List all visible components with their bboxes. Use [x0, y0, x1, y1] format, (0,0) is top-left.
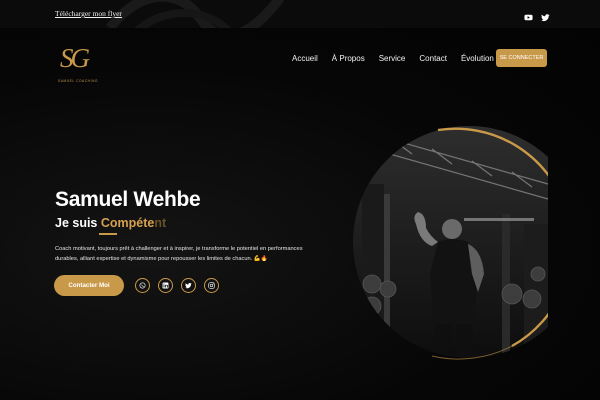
main-nav: Accueil À Propos Service Contact Évoluti… [292, 49, 547, 67]
main-page: SG SAMUEL COACHING Accueil À Propos Serv… [0, 28, 600, 400]
logo-monogram: SG [60, 43, 90, 73]
typed-text-fading: nt [154, 216, 167, 230]
nav-evolution[interactable]: Évolution [461, 54, 494, 63]
coach-photo [353, 126, 548, 360]
hero-social-links [135, 278, 219, 293]
twitter-icon[interactable] [541, 9, 550, 22]
hero-description: Coach motivant, toujours prêt à challeng… [55, 246, 303, 262]
top-bar: Télécharger mon flyer [0, 0, 600, 28]
nav-contact[interactable]: Contact [419, 54, 447, 63]
nav-a-propos[interactable]: À Propos [332, 54, 365, 63]
download-flyer-link[interactable]: Télécharger mon flyer [55, 9, 122, 18]
nav-service[interactable]: Service [379, 54, 406, 63]
decorative-pattern [106, 0, 284, 28]
logo-tagline: SAMUEL COACHING [58, 79, 99, 83]
linkedin-icon[interactable] [158, 278, 173, 293]
instagram-icon[interactable] [204, 278, 219, 293]
typed-text: Compéte [100, 216, 155, 230]
login-button[interactable]: SE CONNECTER [496, 49, 547, 67]
hero-subtitle-word: Compétent [101, 216, 166, 230]
logo[interactable]: SG SAMUEL COACHING [58, 43, 100, 85]
hero-subtitle-prefix: Je suis [55, 216, 98, 230]
hero-subtitle: Je suis Compétent [55, 216, 166, 230]
topbar-social [524, 9, 550, 22]
youtube-icon[interactable] [524, 9, 533, 21]
whatsapp-icon[interactable] [135, 278, 150, 293]
contact-me-button[interactable]: Contacter Moi [54, 275, 124, 296]
hero-name: Samuel Wehbe [55, 188, 201, 211]
twitter-icon[interactable] [181, 278, 196, 293]
nav-accueil[interactable]: Accueil [292, 54, 318, 63]
hero-underline [99, 233, 117, 235]
